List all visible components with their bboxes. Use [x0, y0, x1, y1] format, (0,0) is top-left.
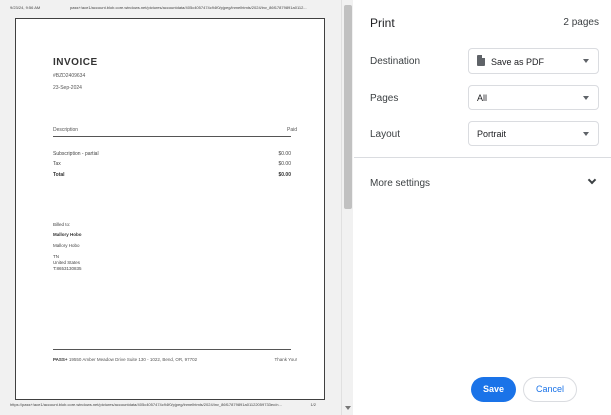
dropdown-caret-icon: [583, 96, 589, 100]
settings-divider: [354, 157, 611, 158]
pdf-icon: [477, 55, 485, 66]
row-value: $0.00: [278, 151, 291, 157]
layout-value: Portrait: [477, 129, 507, 139]
dropdown-caret-icon: [583, 59, 589, 63]
scroll-down-arrow-icon[interactable]: [345, 406, 351, 410]
header-rule: [53, 136, 291, 137]
row-value: $0.00: [278, 172, 291, 178]
invoice-number: #BZD2409634: [53, 73, 86, 79]
page-header: 9/23/24, 9:56 AM pass+/ace1/account.blob…: [10, 5, 328, 13]
invoice-footer-address: PASS+ 19550 Amber Meadow Drive Suite 130…: [53, 357, 197, 362]
more-settings-toggle[interactable]: More settings: [370, 178, 430, 189]
footer-url: https://pass+/ace1/account.blob.core.win…: [10, 402, 282, 407]
chevron-down-icon[interactable]: [587, 175, 597, 185]
save-button[interactable]: Save: [471, 377, 516, 402]
footer-brand: PASS+: [53, 357, 68, 362]
page-footer: https://pass+/ace1/account.blob.core.win…: [10, 402, 328, 410]
destination-label: Destination: [370, 56, 421, 67]
invoice-title: INVOICE: [53, 57, 98, 68]
billed-name-secondary: Mallory Hobo: [53, 243, 80, 248]
destination-value: Save as PDF: [491, 57, 545, 67]
footer-page-number: 1/2: [310, 402, 316, 407]
print-settings-pane: Print 2 pages Destination Save as PDF Pa…: [354, 0, 611, 415]
billed-phone: T:8653130835: [53, 266, 82, 271]
column-description: Description: [53, 127, 79, 133]
row-label: Total: [53, 172, 65, 178]
row-label: Tax: [53, 161, 61, 167]
column-paid: Paid: [286, 127, 297, 133]
billed-country: United States: [53, 260, 81, 265]
destination-select[interactable]: Save as PDF: [468, 48, 599, 74]
preview-page: INVOICE #BZD2409634 23-Sep-2024 Descript…: [15, 18, 325, 400]
cancel-button[interactable]: Cancel: [523, 377, 577, 402]
dropdown-caret-icon: [583, 132, 589, 136]
pages-value: All: [477, 93, 488, 103]
billed-state: TN: [53, 254, 59, 259]
header-url: pass+/ace1/account.blob.core.windows.net…: [70, 5, 307, 10]
pages-select[interactable]: All: [468, 85, 599, 110]
billed-to-label: Billed to:: [53, 222, 71, 227]
invoice-date: 23-Sep-2024: [53, 85, 82, 91]
scrollbar-thumb[interactable]: [344, 5, 352, 209]
footer-address: 19550 Amber Meadow Drive Suite 130 - 102…: [68, 357, 198, 362]
print-preview-pane: 9/23/24, 9:56 AM pass+/ace1/account.blob…: [0, 0, 341, 415]
footer-rule: [53, 349, 291, 350]
page-count: 2 pages: [563, 17, 599, 28]
footer-thanks: Thank You!: [274, 357, 297, 362]
row-value: $0.00: [278, 161, 291, 167]
layout-select[interactable]: Portrait: [468, 121, 599, 146]
header-date: 9/23/24, 9:56 AM: [10, 5, 41, 10]
billed-name: Mallory Hobo: [53, 232, 82, 237]
print-title: Print: [370, 16, 395, 30]
row-label: Subscription - partial: [53, 151, 99, 157]
layout-label: Layout: [370, 129, 401, 140]
pages-label: Pages: [370, 93, 399, 104]
preview-scrollbar[interactable]: [341, 0, 353, 415]
